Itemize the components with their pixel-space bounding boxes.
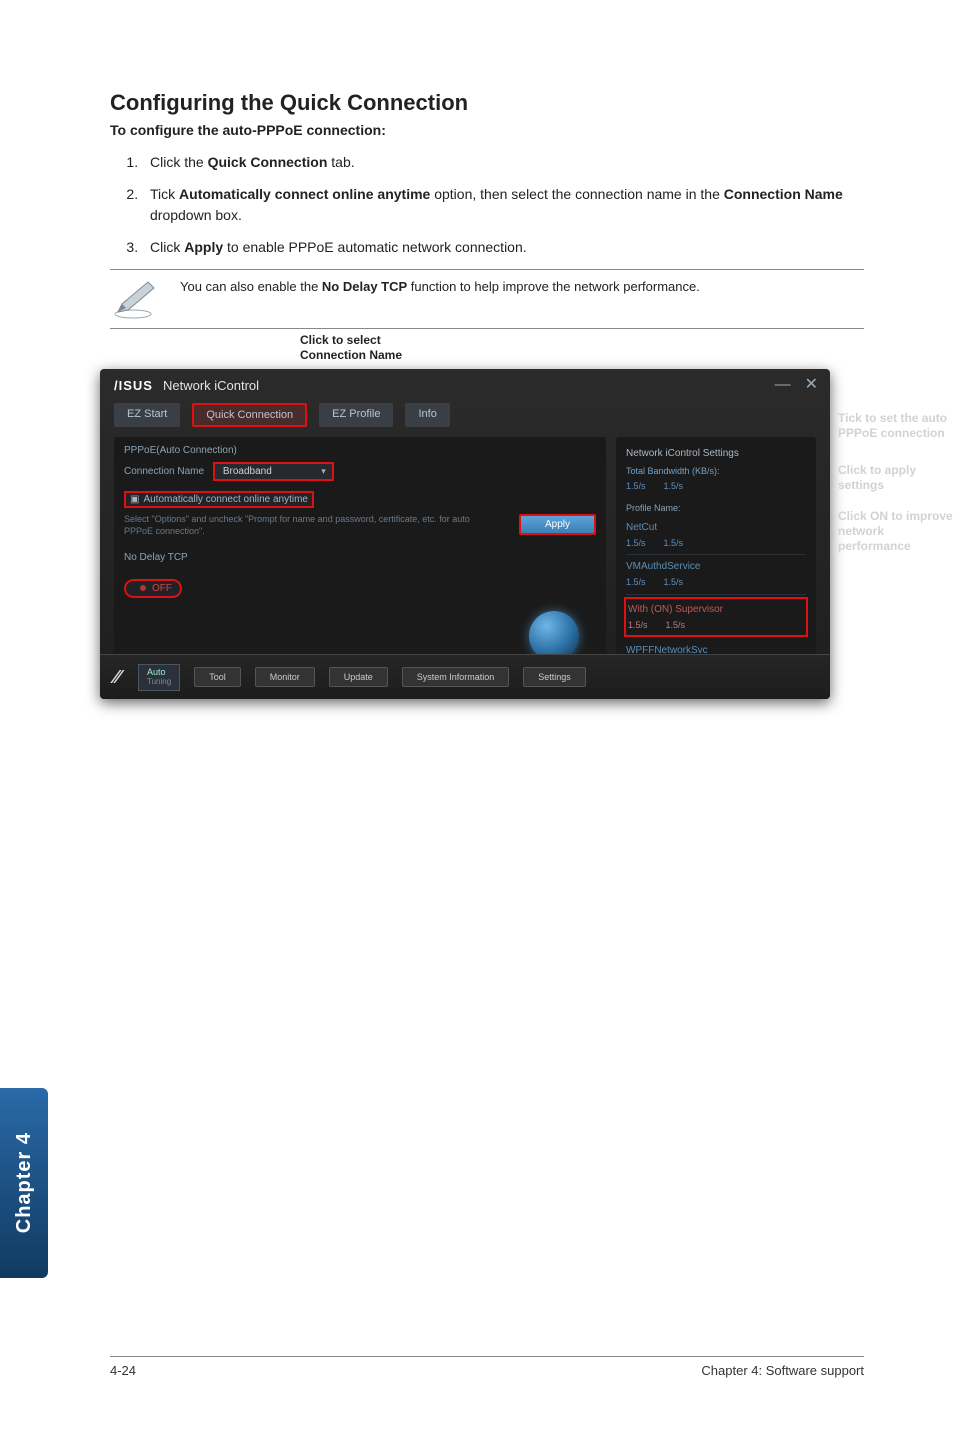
connection-name-label: Connection Name [124, 466, 204, 477]
svc1-v2: 1.5/s [664, 536, 684, 551]
chapter-side-tab: Chapter 4 [0, 1088, 48, 1278]
callout-click-on: Click ON to improve network performance [838, 509, 954, 554]
profile-name-label: Profile Name: [626, 501, 806, 516]
right-header: Network iControl Settings [626, 445, 806, 462]
toggle-indicator-icon [140, 585, 146, 591]
svc3-v1: 1.5/s [628, 618, 648, 633]
app-footer: ⁄⁄ Auto Tuning Tool Monitor Update Syste… [100, 654, 830, 699]
no-delay-tcp-toggle[interactable]: OFF [124, 579, 182, 598]
app-titlebar: /ISUS Network iControl — ✕ [100, 369, 830, 397]
tab-bar: EZ Start Quick Connection EZ Profile Inf… [114, 403, 816, 427]
page-number: 4-24 [110, 1363, 136, 1378]
app-title-text: Network iControl [163, 378, 259, 393]
chapter-side-label: Chapter 4 [13, 1132, 36, 1233]
page-footer: 4-24 Chapter 4: Software support [110, 1356, 864, 1378]
connection-name-select[interactable]: Broadband [213, 462, 334, 481]
step-2-text-c: option, then select the connection name … [430, 186, 723, 202]
step-2-text-e: dropdown box. [150, 207, 242, 223]
step-3-text-a: Click [150, 239, 184, 255]
page-footer-title: Chapter 4: Software support [701, 1363, 864, 1378]
footer-auto-sub: Tuning [147, 678, 171, 687]
svc2-v1: 1.5/s [626, 575, 646, 590]
bw-up: 1.5/s [664, 479, 684, 494]
tab-info[interactable]: Info [405, 403, 449, 427]
no-delay-tcp-label: No Delay TCP [124, 552, 596, 563]
service-item-2[interactable]: VMAuthdService 1.5/s 1.5/s [626, 555, 806, 594]
screenshot-wrapper: Click to select Connection Name /ISUS Ne… [100, 369, 860, 699]
callout-column: Tick to set the auto PPPoE connection Cl… [838, 411, 954, 576]
service-2-name: VMAuthdService [626, 558, 806, 575]
step-2-bold-b: Automatically connect online anytime [179, 186, 430, 202]
step-1-bold: Quick Connection [208, 154, 328, 170]
bw-down: 1.5/s [626, 479, 646, 494]
service-item-3-highlighted[interactable]: With (ON) Supervisor 1.5/s 1.5/s [624, 597, 808, 637]
connection-name-row: Connection Name Broadband [124, 462, 596, 481]
step-2-text-a: Tick [150, 186, 179, 202]
step-1: Click the Quick Connection tab. [142, 152, 864, 172]
toggle-state-label: OFF [152, 583, 172, 594]
step-1-text-c: tab. [327, 154, 354, 170]
footer-tool[interactable]: Tool [194, 667, 241, 687]
note-block: You can also enable the No Delay TCP fun… [110, 269, 864, 329]
apply-button[interactable]: Apply [519, 514, 596, 535]
auto-connect-checkbox[interactable]: ▣Automatically connect online anytime [124, 491, 314, 508]
service-item-1[interactable]: NetCut 1.5/s 1.5/s [626, 516, 806, 555]
footer-auto-label: Auto [147, 667, 166, 677]
section-subhead: To configure the auto-PPPoE connection: [110, 122, 864, 138]
caption-top-line2: Connection Name [300, 348, 402, 362]
right-panel: Network iControl Settings Total Bandwidt… [616, 437, 816, 685]
step-3-bold: Apply [184, 239, 223, 255]
svc3-v2: 1.5/s [666, 618, 686, 633]
footer-update[interactable]: Update [329, 667, 388, 687]
tab-ez-profile[interactable]: EZ Profile [319, 403, 393, 427]
brand-logo: /ISUS [114, 378, 153, 393]
service-3-name: With (ON) Supervisor [628, 601, 804, 618]
pppoe-label: PPPoE(Auto Connection) [124, 445, 596, 456]
step-2-bold-d: Connection Name [724, 186, 843, 202]
section-title: Configuring the Quick Connection [110, 90, 864, 116]
fineprint-text: Select "Options" and uncheck "Prompt for… [124, 514, 499, 537]
step-1-text-a: Click the [150, 154, 208, 170]
note-text-bold: No Delay TCP [322, 279, 407, 294]
svc1-v1: 1.5/s [626, 536, 646, 551]
minimize-icon[interactable]: — [775, 377, 791, 393]
footer-monitor[interactable]: Monitor [255, 667, 315, 687]
step-3-text-c: to enable PPPoE automatic network connec… [223, 239, 527, 255]
caption-top-line1: Click to select [300, 333, 381, 347]
note-text-c: function to help improve the network per… [407, 279, 700, 294]
footer-auto-tuning[interactable]: Auto Tuning [138, 664, 180, 691]
close-icon[interactable]: ✕ [805, 377, 818, 393]
pencil-icon [110, 276, 160, 320]
left-panel: PPPoE(Auto Connection) Connection Name B… [114, 437, 606, 685]
window-controls: — ✕ [775, 377, 818, 393]
note-text-a: You can also enable the [180, 279, 322, 294]
step-2: Tick Automatically connect online anytim… [142, 184, 864, 225]
app-window: /ISUS Network iControl — ✕ EZ Start Quic… [100, 369, 830, 699]
main-area: PPPoE(Auto Connection) Connection Name B… [114, 437, 816, 685]
note-text: You can also enable the No Delay TCP fun… [180, 276, 864, 296]
step-3: Click Apply to enable PPPoE automatic ne… [142, 237, 864, 257]
footer-logo-icon: ⁄⁄ [114, 667, 120, 688]
total-bandwidth-label: Total Bandwidth (KB/s): [626, 464, 806, 479]
tab-quick-connection[interactable]: Quick Connection [192, 403, 307, 427]
tab-ez-start[interactable]: EZ Start [114, 403, 180, 427]
steps-list: Click the Quick Connection tab. Tick Aut… [110, 152, 864, 257]
auto-connect-label: Automatically connect online anytime [143, 494, 308, 505]
svc2-v2: 1.5/s [664, 575, 684, 590]
footer-settings[interactable]: Settings [523, 667, 586, 687]
callout-tick-auto-pppoe: Tick to set the auto PPPoE connection [838, 411, 954, 441]
callout-click-apply: Click to apply settings [838, 463, 954, 493]
service-1-name: NetCut [626, 519, 806, 536]
caption-select-connection-name: Click to select Connection Name [300, 333, 402, 362]
footer-system-info[interactable]: System Information [402, 667, 510, 687]
bandwidth-values: 1.5/s 1.5/s [626, 479, 806, 494]
